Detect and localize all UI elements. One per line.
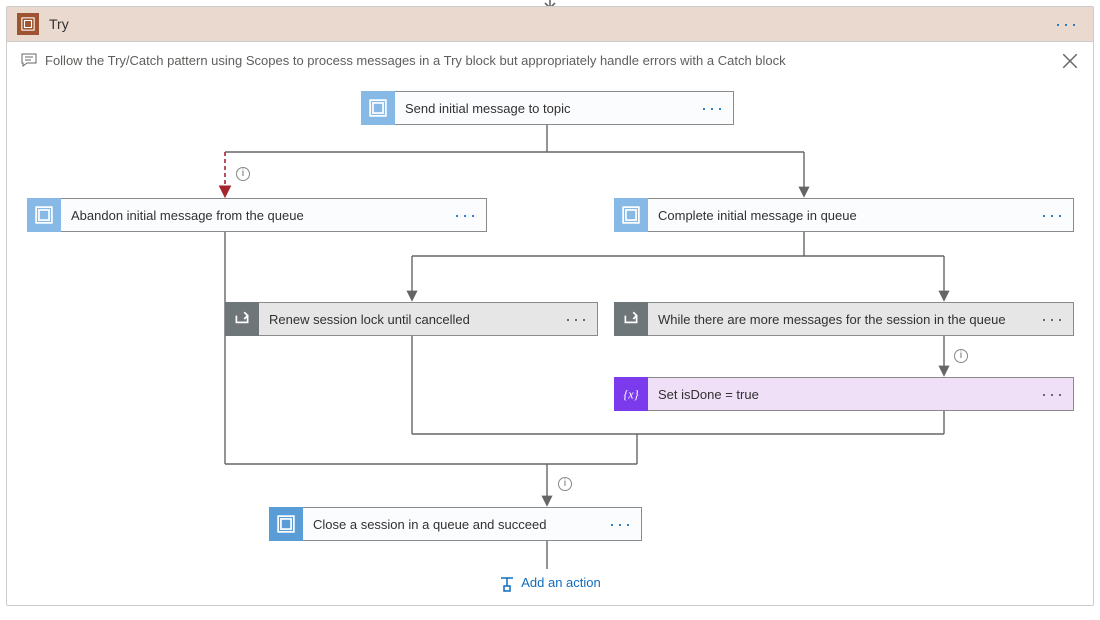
try-scope-header[interactable]: Try ··· xyxy=(7,7,1093,42)
action-menu[interactable]: ··· xyxy=(1041,384,1065,404)
add-action-label: Add an action xyxy=(521,575,601,590)
try-scope-container: Try ··· Follow the Try/Catch pattern usi… xyxy=(6,6,1094,606)
until-loop-icon xyxy=(614,302,648,336)
comment-icon xyxy=(21,52,37,68)
action-menu[interactable]: ··· xyxy=(565,309,589,329)
scope-icon xyxy=(17,13,39,35)
info-icon[interactable]: i xyxy=(954,349,968,363)
action-menu[interactable]: ··· xyxy=(609,514,633,534)
action-label: Complete initial message in queue xyxy=(648,208,927,223)
add-action-button[interactable]: Add an action xyxy=(7,575,1093,592)
action-label: Abandon initial message from the queue xyxy=(61,208,374,223)
info-icon[interactable]: i xyxy=(558,477,572,491)
action-close-session[interactable]: Close a session in a queue and succeed ·… xyxy=(269,507,642,541)
info-icon[interactable]: i xyxy=(236,167,250,181)
close-description-icon[interactable] xyxy=(1061,52,1079,70)
action-send-initial[interactable]: Send initial message to topic ··· xyxy=(361,91,734,125)
service-bus-icon xyxy=(269,507,303,541)
action-label: While there are more messages for the se… xyxy=(648,312,1073,327)
try-scope-description-row: Follow the Try/Catch pattern using Scope… xyxy=(7,42,1093,74)
try-scope-description: Follow the Try/Catch pattern using Scope… xyxy=(45,53,786,68)
add-action-icon xyxy=(499,576,515,592)
service-bus-icon xyxy=(614,198,648,232)
action-menu[interactable]: ··· xyxy=(1041,205,1065,225)
action-menu[interactable]: ··· xyxy=(701,98,725,118)
until-loop-icon xyxy=(225,302,259,336)
service-bus-icon xyxy=(27,198,61,232)
try-scope-title: Try xyxy=(49,16,69,32)
action-menu[interactable]: ··· xyxy=(454,205,478,225)
svg-text:{x}: {x} xyxy=(623,388,638,402)
designer-canvas: i i i Send initial message to topic ··· … xyxy=(7,74,1093,604)
service-bus-icon xyxy=(361,91,395,125)
try-scope-menu[interactable]: ··· xyxy=(1051,15,1083,33)
action-menu[interactable]: ··· xyxy=(1041,309,1065,329)
action-while-more[interactable]: While there are more messages for the se… xyxy=(614,302,1074,336)
action-set-isdone[interactable]: {x} Set isDone = true ··· xyxy=(614,377,1074,411)
variable-icon: {x} xyxy=(614,377,648,411)
action-label: Set isDone = true xyxy=(648,387,829,402)
action-label: Send initial message to topic xyxy=(395,101,640,116)
action-renew-lock[interactable]: Renew session lock until cancelled ··· xyxy=(225,302,598,336)
action-label: Renew session lock until cancelled xyxy=(259,312,540,327)
action-label: Close a session in a queue and succeed xyxy=(303,517,616,532)
action-abandon-initial[interactable]: Abandon initial message from the queue ·… xyxy=(27,198,487,232)
action-complete-initial[interactable]: Complete initial message in queue ··· xyxy=(614,198,1074,232)
